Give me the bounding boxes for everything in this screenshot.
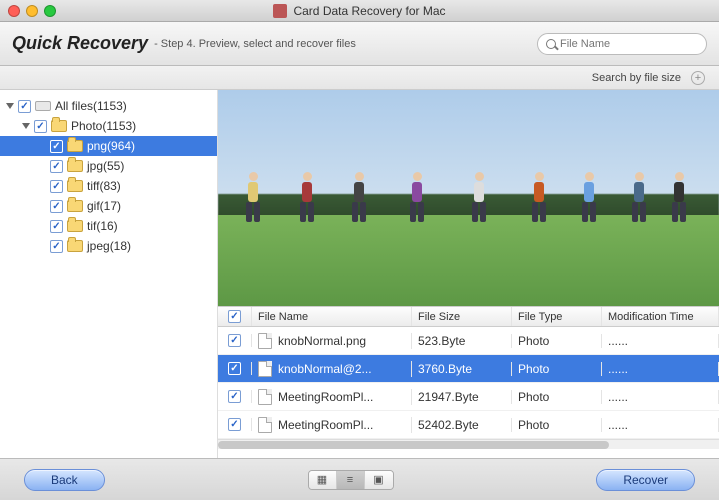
folder-icon — [67, 160, 83, 172]
tree-item-gif[interactable]: gif(17) — [0, 196, 217, 216]
tree-item-jpg[interactable]: jpg(55) — [0, 156, 217, 176]
checkbox[interactable] — [18, 100, 31, 113]
cell-mtime: ...... — [602, 334, 719, 348]
col-name[interactable]: File Name — [252, 307, 412, 326]
file-icon — [258, 333, 272, 349]
cell-mtime: ...... — [602, 418, 719, 432]
cell-name: knobNormal.png — [252, 333, 412, 349]
checkbox[interactable] — [228, 362, 241, 375]
window-title: Card Data Recovery for Mac — [293, 4, 445, 18]
cell-type: Photo — [512, 418, 602, 432]
titlebar: Card Data Recovery for Mac — [0, 0, 719, 22]
tree-label: jpeg(18) — [87, 239, 131, 253]
tree-label: Photo(1153) — [71, 119, 136, 133]
cell-type: Photo — [512, 362, 602, 376]
tree-label: tif(16) — [87, 219, 118, 233]
scrollbar-thumb[interactable] — [218, 441, 609, 449]
disclosure-icon[interactable] — [22, 123, 30, 129]
cell-mtime: ...... — [602, 362, 719, 376]
table-row[interactable]: MeetingRoomPl...52402.BytePhoto...... — [218, 411, 719, 439]
cell-size: 3760.Byte — [412, 362, 512, 376]
header: Quick Recovery - Step 4. Preview, select… — [0, 22, 719, 66]
tree-label: jpg(55) — [87, 159, 124, 173]
tree-label: png(964) — [87, 139, 135, 153]
zoom-icon[interactable] — [44, 5, 56, 17]
image-preview — [218, 90, 719, 306]
folder-icon — [67, 240, 83, 252]
page-title: Quick Recovery — [12, 33, 148, 54]
folder-icon — [67, 140, 83, 152]
checkbox[interactable] — [50, 220, 63, 233]
table-header: File Name File Size File Type Modificati… — [218, 307, 719, 327]
back-button[interactable]: Back — [24, 469, 105, 491]
checkbox[interactable] — [228, 418, 241, 431]
table-row[interactable]: knobNormal@2...3760.BytePhoto...... — [218, 355, 719, 383]
filter-bar: Search by file size + — [0, 66, 719, 90]
cell-size: 21947.Byte — [412, 390, 512, 404]
checkbox[interactable] — [50, 160, 63, 173]
file-icon — [258, 361, 272, 377]
folder-icon — [67, 200, 83, 212]
tree-root[interactable]: All files(1153) — [0, 96, 217, 116]
drive-icon — [35, 101, 51, 111]
col-check[interactable] — [218, 307, 252, 326]
folder-icon — [51, 120, 67, 132]
add-filter-icon[interactable]: + — [691, 71, 705, 85]
col-mtime[interactable]: Modification Time — [602, 307, 719, 326]
cell-mtime: ...... — [602, 390, 719, 404]
tree-label: tiff(83) — [87, 179, 121, 193]
cell-size: 52402.Byte — [412, 418, 512, 432]
table-body: knobNormal.png523.BytePhoto......knobNor… — [218, 327, 719, 439]
col-type[interactable]: File Type — [512, 307, 602, 326]
checkbox[interactable] — [228, 390, 241, 403]
checkbox[interactable] — [228, 334, 241, 347]
sidebar: All files(1153) Photo(1153) png(964) jpg… — [0, 90, 218, 458]
table-row[interactable]: knobNormal.png523.BytePhoto...... — [218, 327, 719, 355]
view-mode-segment[interactable]: ▦ ≡ ▣ — [308, 470, 394, 490]
table-row[interactable]: MeetingRoomPl...21947.BytePhoto...... — [218, 383, 719, 411]
content: File Name File Size File Type Modificati… — [218, 90, 719, 458]
footer: Back ▦ ≡ ▣ Recover — [0, 458, 719, 500]
cell-name: knobNormal@2... — [252, 361, 412, 377]
cell-type: Photo — [512, 334, 602, 348]
grid-view-icon[interactable]: ▦ — [309, 471, 337, 489]
checkbox[interactable] — [50, 200, 63, 213]
close-icon[interactable] — [8, 5, 20, 17]
checkbox[interactable] — [228, 310, 241, 323]
file-icon — [258, 417, 272, 433]
file-icon — [258, 389, 272, 405]
recover-button[interactable]: Recover — [596, 469, 695, 491]
tree-photo[interactable]: Photo(1153) — [0, 116, 217, 136]
app-icon — [273, 4, 287, 18]
coverflow-view-icon[interactable]: ▣ — [365, 471, 393, 489]
cell-name: MeetingRoomPl... — [252, 417, 412, 433]
cell-name: MeetingRoomPl... — [252, 389, 412, 405]
list-view-icon[interactable]: ≡ — [337, 471, 365, 489]
page-subtitle: - Step 4. Preview, select and recover fi… — [154, 38, 356, 50]
filter-label[interactable]: Search by file size — [592, 72, 681, 84]
tree-label: All files(1153) — [55, 99, 127, 113]
tree-item-jpeg[interactable]: jpeg(18) — [0, 236, 217, 256]
col-size[interactable]: File Size — [412, 307, 512, 326]
checkbox[interactable] — [50, 140, 63, 153]
search-icon — [546, 39, 556, 49]
search-field[interactable] — [537, 33, 707, 55]
cell-type: Photo — [512, 390, 602, 404]
search-input[interactable] — [560, 38, 698, 50]
window-controls — [8, 5, 56, 17]
horizontal-scrollbar[interactable] — [218, 439, 719, 449]
folder-icon — [67, 220, 83, 232]
disclosure-icon[interactable] — [6, 103, 14, 109]
folder-icon — [67, 180, 83, 192]
cell-size: 523.Byte — [412, 334, 512, 348]
checkbox[interactable] — [34, 120, 47, 133]
checkbox[interactable] — [50, 240, 63, 253]
tree-item-png[interactable]: png(964) — [0, 136, 217, 156]
minimize-icon[interactable] — [26, 5, 38, 17]
file-table: File Name File Size File Type Modificati… — [218, 306, 719, 458]
checkbox[interactable] — [50, 180, 63, 193]
tree-item-tif[interactable]: tif(16) — [0, 216, 217, 236]
tree-item-tiff[interactable]: tiff(83) — [0, 176, 217, 196]
tree-label: gif(17) — [87, 199, 121, 213]
